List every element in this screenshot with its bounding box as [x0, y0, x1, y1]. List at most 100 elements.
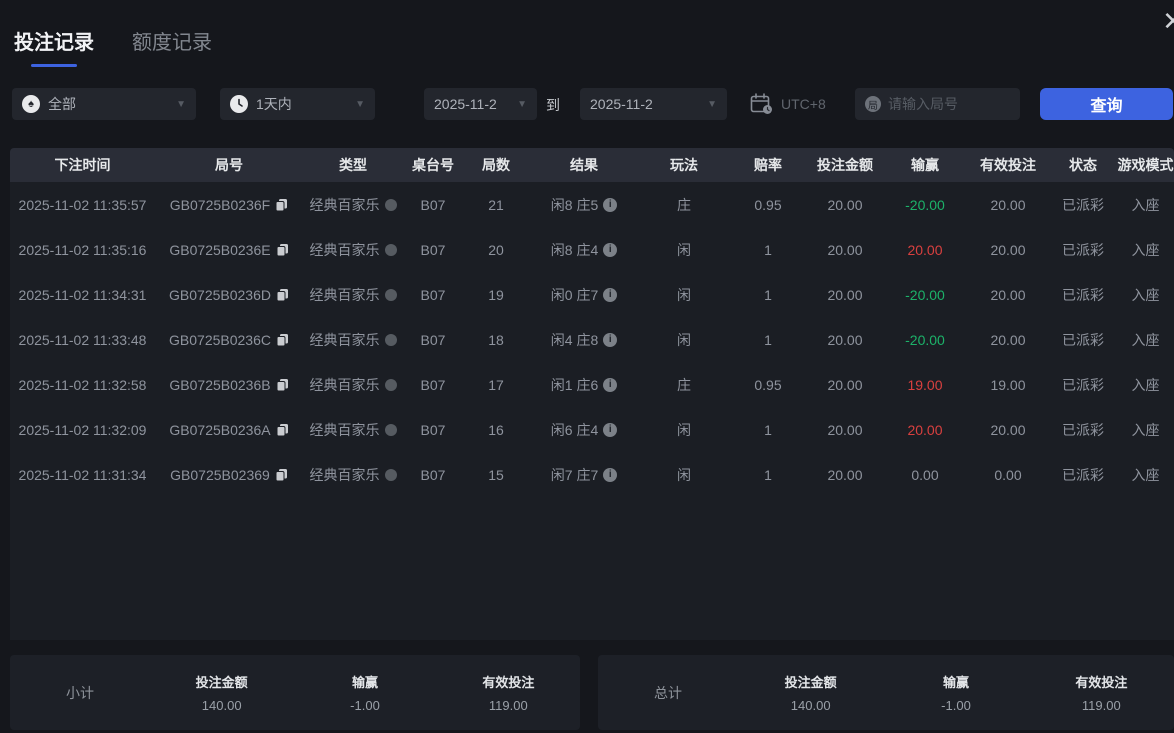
result-text: 闲0 庄7 — [551, 285, 598, 305]
table-row[interactable]: 2025-11-02 11:35:16 GB0725B0236E 经典百家乐 B… — [10, 227, 1174, 272]
game-mode: 入座 — [1117, 195, 1174, 215]
game-type-cell: 经典百家乐 — [303, 420, 403, 440]
odds: 1 — [729, 242, 807, 258]
round-id-input[interactable]: 局 请输入局号 — [855, 88, 1020, 120]
info-icon[interactable]: i — [603, 378, 617, 392]
table-row[interactable]: 2025-11-02 11:32:09 GB0725B0236A 经典百家乐 B… — [10, 407, 1174, 452]
column-header[interactable]: 局号 — [155, 155, 303, 175]
winloss-amount: 0.00 — [883, 467, 967, 483]
info-icon[interactable]: i — [603, 198, 617, 212]
payout-status: 已派彩 — [1049, 330, 1117, 350]
result-text: 闲6 庄4 — [551, 420, 598, 440]
copy-icon[interactable] — [276, 243, 289, 257]
result-text: 闲4 庄8 — [551, 330, 598, 350]
valid-bet: 0.00 — [967, 467, 1049, 483]
subtotal-winloss-value: -1.00 — [293, 698, 436, 713]
calendar-clock-icon — [750, 93, 773, 115]
round-id-cell: GB0725B0236C — [155, 332, 303, 348]
round-id: GB0725B0236E — [169, 242, 270, 258]
copy-icon[interactable] — [276, 333, 289, 347]
table-number: B07 — [403, 422, 463, 438]
column-header[interactable]: 输赢 — [883, 155, 967, 175]
column-header[interactable]: 有效投注 — [967, 155, 1049, 175]
column-header[interactable]: 结果 — [529, 155, 639, 175]
result-cell: 闲4 庄8 i — [529, 330, 639, 350]
game-type-cell: 经典百家乐 — [303, 330, 403, 350]
round-id: GB0725B0236D — [169, 287, 271, 303]
table-row[interactable]: 2025-11-02 11:32:58 GB0725B0236B 经典百家乐 B… — [10, 362, 1174, 407]
search-button[interactable]: 查询 — [1040, 88, 1173, 120]
column-header[interactable]: 局数 — [463, 155, 529, 175]
round-id-cell: GB0725B02369 — [155, 467, 303, 483]
table-row[interactable]: 2025-11-02 11:35:57 GB0725B0236F 经典百家乐 B… — [10, 182, 1174, 227]
copy-icon[interactable] — [275, 198, 288, 212]
date-from-picker[interactable]: 2025-11-2 ▼ — [424, 88, 537, 120]
round-char-icon: 局 — [865, 96, 881, 112]
round-id: GB0725B0236A — [169, 422, 270, 438]
column-header[interactable]: 状态 — [1049, 155, 1117, 175]
column-header[interactable]: 下注时间 — [10, 155, 155, 175]
date-to-picker[interactable]: 2025-11-2 ▼ — [580, 88, 727, 120]
valid-bet: 20.00 — [967, 287, 1049, 303]
info-icon[interactable]: i — [603, 288, 617, 302]
game-type-value: 全部 — [48, 94, 76, 114]
column-header[interactable]: 游戏模式 — [1117, 155, 1174, 175]
info-icon[interactable]: i — [603, 468, 617, 482]
game-mode: 入座 — [1117, 420, 1174, 440]
bet-amount: 20.00 — [807, 377, 883, 393]
play-type: 闲 — [639, 465, 729, 485]
status-dot-icon — [385, 244, 397, 256]
round-id-cell: GB0725B0236F — [155, 197, 303, 213]
close-icon[interactable]: ✕ — [1162, 8, 1174, 34]
copy-icon[interactable] — [276, 288, 289, 302]
column-header[interactable]: 类型 — [303, 155, 403, 175]
copy-icon[interactable] — [276, 423, 289, 437]
subtotal-panel: 小计 投注金额 140.00 输赢 -1.00 有效投注 119.00 — [10, 655, 580, 730]
table-row[interactable]: 2025-11-02 11:33:48 GB0725B0236C 经典百家乐 B… — [10, 317, 1174, 362]
payout-status: 已派彩 — [1049, 195, 1117, 215]
total-valid-value: 119.00 — [1029, 698, 1174, 713]
info-icon[interactable]: i — [603, 423, 617, 437]
chevron-down-icon: ▼ — [355, 99, 365, 110]
total-bet-stat: 投注金额 140.00 — [738, 672, 883, 713]
tab-bet-records[interactable]: 投注记录 — [14, 26, 94, 67]
bet-amount: 20.00 — [807, 242, 883, 258]
odds: 1 — [729, 332, 807, 348]
info-icon[interactable]: i — [603, 243, 617, 257]
spade-icon: ♠ — [22, 95, 40, 113]
game-type-select[interactable]: ♠ 全部 ▼ — [12, 88, 196, 120]
play-type: 闲 — [639, 285, 729, 305]
table-number: B07 — [403, 287, 463, 303]
time-range-select[interactable]: 1天内 ▼ — [220, 88, 375, 120]
total-label: 总计 — [598, 683, 738, 703]
copy-icon[interactable] — [276, 378, 289, 392]
subtotal-label: 小计 — [10, 683, 150, 703]
game-mode: 入座 — [1117, 330, 1174, 350]
table-row[interactable]: 2025-11-02 11:31:34 GB0725B02369 经典百家乐 B… — [10, 452, 1174, 497]
copy-icon[interactable] — [275, 468, 288, 482]
play-type: 庄 — [639, 195, 729, 215]
round-number: 18 — [463, 332, 529, 348]
tab-quota-records[interactable]: 额度记录 — [132, 26, 212, 67]
date-to-value: 2025-11-2 — [590, 96, 653, 112]
valid-bet: 20.00 — [967, 422, 1049, 438]
column-header[interactable]: 赔率 — [729, 155, 807, 175]
status-dot-icon — [385, 289, 397, 301]
bet-time: 2025-11-02 11:33:48 — [10, 332, 155, 348]
status-dot-icon — [385, 334, 397, 346]
valid-bet: 20.00 — [967, 197, 1049, 213]
column-header[interactable]: 桌台号 — [403, 155, 463, 175]
round-id-cell: GB0725B0236E — [155, 242, 303, 258]
round-number: 19 — [463, 287, 529, 303]
timezone-label: UTC+8 — [781, 96, 826, 112]
column-header[interactable]: 玩法 — [639, 155, 729, 175]
info-icon[interactable]: i — [603, 333, 617, 347]
round-id: GB0725B0236B — [169, 377, 270, 393]
round-input-placeholder: 请输入局号 — [888, 94, 958, 114]
table-row[interactable]: 2025-11-02 11:34:31 GB0725B0236D 经典百家乐 B… — [10, 272, 1174, 317]
timezone-indicator[interactable]: UTC+8 — [750, 93, 826, 115]
bet-amount: 20.00 — [807, 467, 883, 483]
column-header[interactable]: 投注金额 — [807, 155, 883, 175]
round-id: GB0725B0236F — [170, 197, 270, 213]
status-dot-icon — [385, 469, 397, 481]
